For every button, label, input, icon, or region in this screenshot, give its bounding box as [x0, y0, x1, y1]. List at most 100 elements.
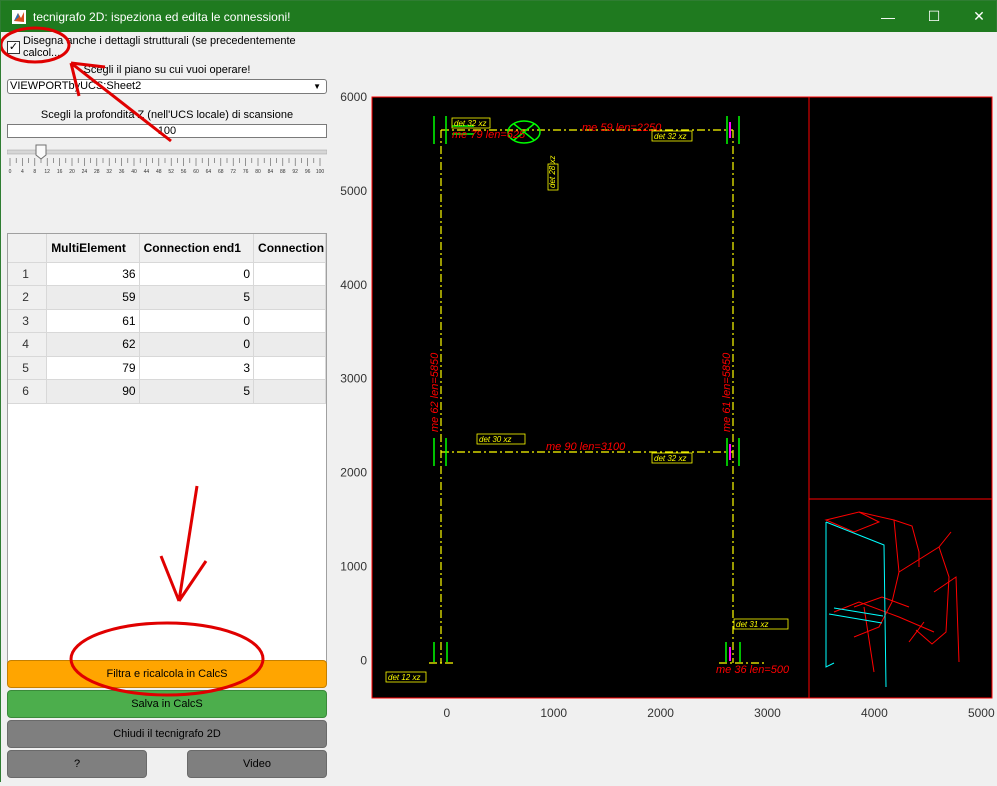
table-cell[interactable]: 0 [139, 309, 255, 333]
help-button[interactable]: ? [7, 750, 147, 778]
row-header-cell: 1 [8, 262, 48, 286]
svg-text:det 31 xz: det 31 xz [736, 620, 768, 629]
slider-tick-label: 80 [255, 169, 261, 175]
slider-tick-label: 96 [305, 169, 311, 175]
row-header-cell: 6 [8, 379, 48, 404]
depth-slider[interactable]: 0 4 8 12 16 20 24 28 32 36 40 44 48 52 56 60 64 68 72 76 80 8… [7, 142, 327, 178]
maximize-button[interactable]: ☐ [911, 1, 957, 32]
depth-label: Scegli la profondita Z (nell'UCS locale)… [40, 109, 294, 121]
close-window-button[interactable]: ✕ [956, 1, 997, 32]
slider-tick-label: 60 [193, 169, 199, 175]
save-button[interactable]: Salva in CalcS [7, 690, 327, 718]
y-tick-label: 0 [360, 653, 367, 667]
table-cell[interactable]: 61 [46, 309, 140, 333]
video-button[interactable]: Video [187, 750, 327, 778]
svg-text:det 32 xz: det 32 xz [454, 119, 486, 128]
table-cell[interactable] [253, 285, 326, 310]
x-tick-label: 1000 [540, 706, 567, 720]
table-cell[interactable]: 5 [139, 285, 255, 310]
table-header-connection-end1[interactable]: Connection end1 [139, 234, 255, 263]
slider-tick-label: 32 [106, 169, 112, 175]
label-me62: me 62 len=5850 [429, 352, 441, 432]
depth-input[interactable]: 100 [7, 124, 327, 138]
table-cell[interactable] [253, 309, 326, 333]
table-row[interactable]: 2 59 5 [8, 285, 326, 310]
table-cell[interactable]: 79 [46, 356, 140, 380]
app-window: tecnigrafo 2D: ispeziona ed edita le con… [0, 0, 997, 783]
row-header-cell: 3 [8, 309, 48, 333]
x-tick-label: 0 [443, 706, 450, 720]
slider-tick-label: 100 [316, 169, 325, 175]
y-axis: 0 1000 2000 3000 4000 5000 6000 [340, 90, 367, 667]
close-tecnigrafo-button[interactable]: Chiudi il tecnigrafo 2D [7, 720, 327, 748]
label-me90: me 90 len=3100 [546, 441, 626, 453]
table-cell[interactable]: 59 [46, 285, 140, 310]
y-tick-label: 2000 [340, 466, 367, 480]
slider-tick-label: 40 [131, 169, 137, 175]
table-row[interactable]: 1 36 0 [8, 262, 326, 286]
slider-tick-label: 72 [230, 169, 236, 175]
table-cell[interactable]: 90 [46, 379, 140, 404]
table-cell[interactable]: 0 [139, 262, 255, 286]
slider-tick-label: 52 [168, 169, 174, 175]
checkmark-icon[interactable]: ✓ [7, 40, 20, 54]
label-me79: me 79 len=625 [452, 129, 526, 141]
side-viewport[interactable] [808, 96, 993, 699]
drawing-canvas[interactable]: 0 1000 2000 3000 4000 5000 6000 0 1000 2000 3000 4… [334, 32, 997, 783]
y-tick-label: 6000 [340, 90, 367, 104]
filter-recalc-button[interactable]: Filtra e ricalcola in CalcS [7, 660, 327, 688]
slider-tick-label: 28 [94, 169, 100, 175]
table-cell[interactable] [253, 332, 326, 357]
x-tick-label: 4000 [861, 706, 888, 720]
table-row[interactable]: 6 90 5 [8, 379, 326, 404]
slider-tick-label: 8 [33, 169, 36, 175]
slider-tick-label: 88 [280, 169, 286, 175]
window-title: tecnigrafo 2D: ispeziona ed edita le con… [33, 9, 291, 24]
table-header-multielement[interactable]: MultiElement [46, 234, 140, 263]
table-row[interactable]: 3 61 0 [8, 309, 326, 333]
drawing-plot: 0 1000 2000 3000 4000 5000 6000 0 1000 2000 3000 4… [334, 32, 997, 783]
slider-tick-label: 68 [218, 169, 224, 175]
table-header-connection[interactable]: Connection [253, 234, 326, 263]
minimize-button[interactable]: — [865, 1, 911, 32]
slider-tick-label: 0 [9, 169, 12, 175]
y-tick-label: 4000 [340, 278, 367, 292]
table-cell[interactable] [253, 379, 326, 404]
table-cell[interactable] [253, 356, 326, 380]
table-cell[interactable] [253, 262, 326, 286]
table-cell[interactable]: 3 [139, 356, 255, 380]
slider-tick-label: 64 [206, 169, 212, 175]
table-cell[interactable]: 36 [46, 262, 140, 286]
slider-tick-label: 4 [21, 169, 24, 175]
label-me36: me 36 len=500 [716, 664, 790, 676]
slider-thumb[interactable] [35, 144, 47, 160]
label-me59: me 59 len=2250 [582, 122, 662, 134]
label-me61: me 61 len=5850 [721, 352, 733, 432]
table-header-corner [8, 234, 48, 263]
details-checkbox-label: Disegna anche i dettagli strutturali (se… [22, 35, 296, 59]
slider-tick-label: 24 [82, 169, 88, 175]
table-cell[interactable]: 5 [139, 379, 255, 404]
slider-tick-label: 36 [119, 169, 125, 175]
slider-tick-label: 76 [243, 169, 249, 175]
details-checkbox[interactable]: ✓ Disegna anche i dettagli strutturali (… [7, 35, 334, 59]
table-cell[interactable]: 0 [139, 332, 255, 357]
slider-tick-label: 12 [44, 169, 50, 175]
slider-tick-label: 16 [57, 169, 63, 175]
svg-text:det 12 xz: det 12 xz [388, 673, 420, 682]
table-cell[interactable]: 62 [46, 332, 140, 357]
svg-text:det 30 xz: det 30 xz [479, 435, 511, 444]
plane-dropdown-value: VIEWPORTbyUCS:Sheet2 [10, 80, 142, 92]
slider-tick-label: 20 [69, 169, 75, 175]
slider-tick-label: 44 [144, 169, 150, 175]
plane-dropdown[interactable]: VIEWPORTbyUCS:Sheet2 ▼ [7, 79, 327, 94]
x-tick-label: 5000 [968, 706, 995, 720]
svg-text:det 32 xz: det 32 xz [654, 454, 686, 463]
row-header-cell: 2 [8, 285, 48, 310]
svg-text:det 28 xz: det 28 xz [548, 156, 557, 188]
table-row[interactable]: 4 62 0 [8, 332, 326, 357]
table-row[interactable]: 5 79 3 [8, 356, 326, 380]
slider-tick-label: 48 [156, 169, 162, 175]
slider-tick-label: 92 [292, 169, 298, 175]
y-tick-label: 1000 [340, 560, 367, 574]
